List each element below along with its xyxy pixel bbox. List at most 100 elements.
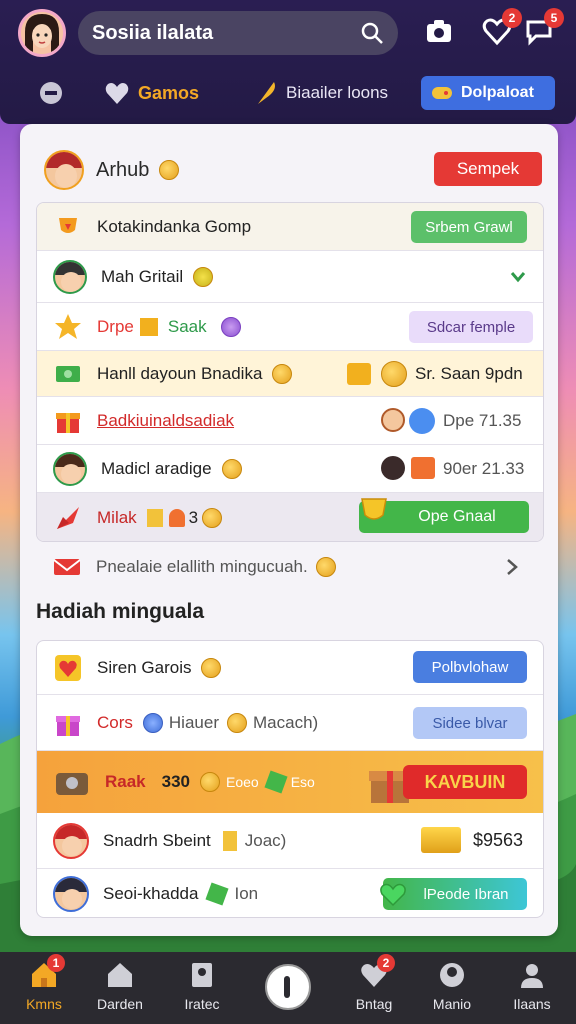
list-item-label[interactable]: Badkiuinaldsadiak	[97, 411, 234, 431]
top-bar: Sosiia ilalata 2 5 Gamos Biaailer loons …	[0, 0, 576, 124]
user-icon	[517, 960, 547, 990]
chevron-right-icon[interactable]	[504, 558, 520, 576]
list-item-label: Snadrh Sbeint	[103, 830, 211, 850]
list-item[interactable]: Pnealaie elallith mingucuah.	[36, 544, 544, 590]
home-icon: 1	[29, 954, 65, 990]
camera-icon[interactable]	[424, 16, 454, 46]
tab-home[interactable]	[36, 76, 66, 110]
chevron-down-icon[interactable]	[509, 267, 527, 285]
gem-icon	[264, 770, 288, 794]
list-item-value: $9563	[473, 830, 524, 850]
globe-icon	[437, 960, 467, 990]
list-item[interactable]: Raak 330 Eoeo Eso KAVBUIN	[37, 751, 543, 813]
notification-badge: 2	[502, 8, 522, 28]
list-item-label: Kotakindanka Gomp	[97, 216, 252, 236]
list-item-button[interactable]: Srbem Grawl	[411, 211, 527, 243]
coin-icon	[227, 712, 247, 733]
heart-icon	[380, 883, 406, 907]
list-item-value: Sr. Saan 9pdn	[415, 364, 523, 383]
list-item-label-2: Ion	[234, 884, 259, 903]
nav-profile-label: Ilaans	[513, 996, 551, 1012]
list-item-label-2: Eoeo	[226, 774, 259, 790]
player-avatar	[381, 408, 405, 432]
center-action-button[interactable]	[265, 964, 311, 1010]
contact-card-icon	[187, 960, 217, 990]
tab-download-button[interactable]: Dolpaloat	[421, 76, 555, 110]
activity-list: Kotakindanka Gomp Srbem Grawl Mah Gritai…	[36, 202, 544, 542]
list-item-label-2: Hiauer	[168, 712, 219, 732]
cash-icon	[56, 365, 80, 382]
search-input[interactable]: Sosiia ilalata	[92, 22, 213, 45]
claim-button[interactable]: KAVBUIN	[403, 765, 527, 799]
coin-icon	[221, 458, 242, 479]
nav-bntag[interactable]: 2 Bntag	[334, 954, 414, 1020]
treasure-icon	[56, 773, 88, 795]
coin-icon	[315, 557, 336, 577]
messages-button[interactable]: 5	[524, 8, 564, 46]
list-item-button-label: lPeode Ibran	[423, 885, 509, 903]
heart-notification-button[interactable]: 2	[482, 8, 522, 46]
user-avatar[interactable]	[44, 150, 84, 190]
list-item-value: Dpe 71.35	[443, 411, 522, 430]
list-item[interactable]: Cors Hiauer Macach) Sidee blvar	[37, 695, 543, 751]
player-avatar	[381, 456, 405, 480]
trophy-icon	[59, 217, 77, 233]
list-item[interactable]: Badkiuinaldsadiak Dpe 71.35	[37, 397, 543, 445]
user-name: Arhub	[96, 158, 150, 181]
list-item-label: Raak	[105, 772, 146, 791]
list-item-count: 3	[188, 507, 199, 527]
star-icon	[55, 313, 81, 339]
category-tabs: Gamos Biaailer loons Dolpaloat	[0, 72, 576, 114]
gold-bar-icon	[347, 363, 371, 385]
coin-icon	[159, 160, 180, 180]
list-item-button-label: Ope Gnaal	[418, 508, 496, 525]
house-icon	[105, 960, 135, 990]
list-item[interactable]: Madicl aradige 90er 21.33	[37, 445, 543, 493]
search-bar[interactable]: Sosiia ilalata	[78, 11, 398, 55]
profile-avatar[interactable]	[18, 9, 66, 57]
envelope-icon	[53, 559, 81, 575]
gift-icon	[56, 715, 80, 736]
list-item[interactable]: Seoi-khadda Ion lPeode Ibran	[37, 869, 543, 917]
section-title: Hadiah minguala	[36, 600, 205, 623]
coin-icon	[193, 266, 214, 287]
player-avatar	[53, 259, 87, 294]
list-item-button[interactable]: Polbvlohaw	[413, 651, 527, 683]
list-item[interactable]: Kotakindanka Gomp Srbem Grawl	[37, 203, 543, 251]
list-item-value: 90er 21.33	[443, 459, 525, 478]
list-item[interactable]: Hanll dayoun Bnadika Sr. Saan 9pdn	[37, 351, 543, 397]
nav-garden-label: Darden	[97, 996, 143, 1012]
nav-manio[interactable]: Manio	[412, 960, 492, 1020]
list-item[interactable]: Milak 3 Ope Gnaal	[37, 493, 543, 541]
list-item-button[interactable]: Ope Gnaal	[359, 498, 529, 533]
search-icon[interactable]	[360, 21, 384, 45]
nav-profile[interactable]: Ilaans	[492, 960, 572, 1020]
nav-home[interactable]: 1 Kmns	[4, 954, 84, 1020]
nav-iratec-label: Iratec	[184, 996, 220, 1012]
gift-icon	[56, 412, 80, 433]
list-item-label-3: Macach)	[253, 712, 319, 732]
list-item-label: Hanll dayoun Bnadika	[97, 363, 263, 383]
list-item[interactable]: Siren Garois Polbvlohaw	[37, 641, 543, 695]
rewards-list: Siren Garois Polbvlohaw Cors Hiauer Maca…	[36, 640, 544, 918]
list-item-button[interactable]: lPeode Ibran	[380, 878, 527, 910]
list-item-label: Cors	[97, 712, 133, 732]
sempek-button[interactable]: Sempek	[434, 152, 542, 186]
badge-icon	[142, 712, 163, 733]
nav-manio-label: Manio	[432, 996, 472, 1012]
list-item[interactable]: Mah Gritail	[37, 251, 543, 303]
list-item-button[interactable]: Sidee blvar	[413, 707, 527, 739]
tab-leaderboard[interactable]: Biaailer loons	[254, 76, 388, 110]
tab-download-label: Dolpaloat	[461, 84, 534, 101]
main-panel: Arhub Sempek Kotakindanka Gomp Srbem Gra…	[20, 124, 558, 936]
list-item[interactable]: Snadrh Sbeint Joac) $9563	[37, 813, 543, 869]
nav-garden[interactable]: Darden	[80, 960, 160, 1020]
nav-iratec[interactable]: Iratec	[162, 960, 242, 1020]
tab-games[interactable]: Gamos	[104, 76, 199, 110]
notification-badge: 5	[544, 8, 564, 28]
trophy-icon	[361, 498, 387, 520]
list-item-label: Siren Garois	[97, 657, 192, 677]
list-item-button[interactable]: Sdcar femple	[409, 311, 533, 343]
list-item[interactable]: Drpe Saak Sdcar femple	[37, 303, 543, 351]
list-item-label-3: Eso	[290, 774, 315, 790]
